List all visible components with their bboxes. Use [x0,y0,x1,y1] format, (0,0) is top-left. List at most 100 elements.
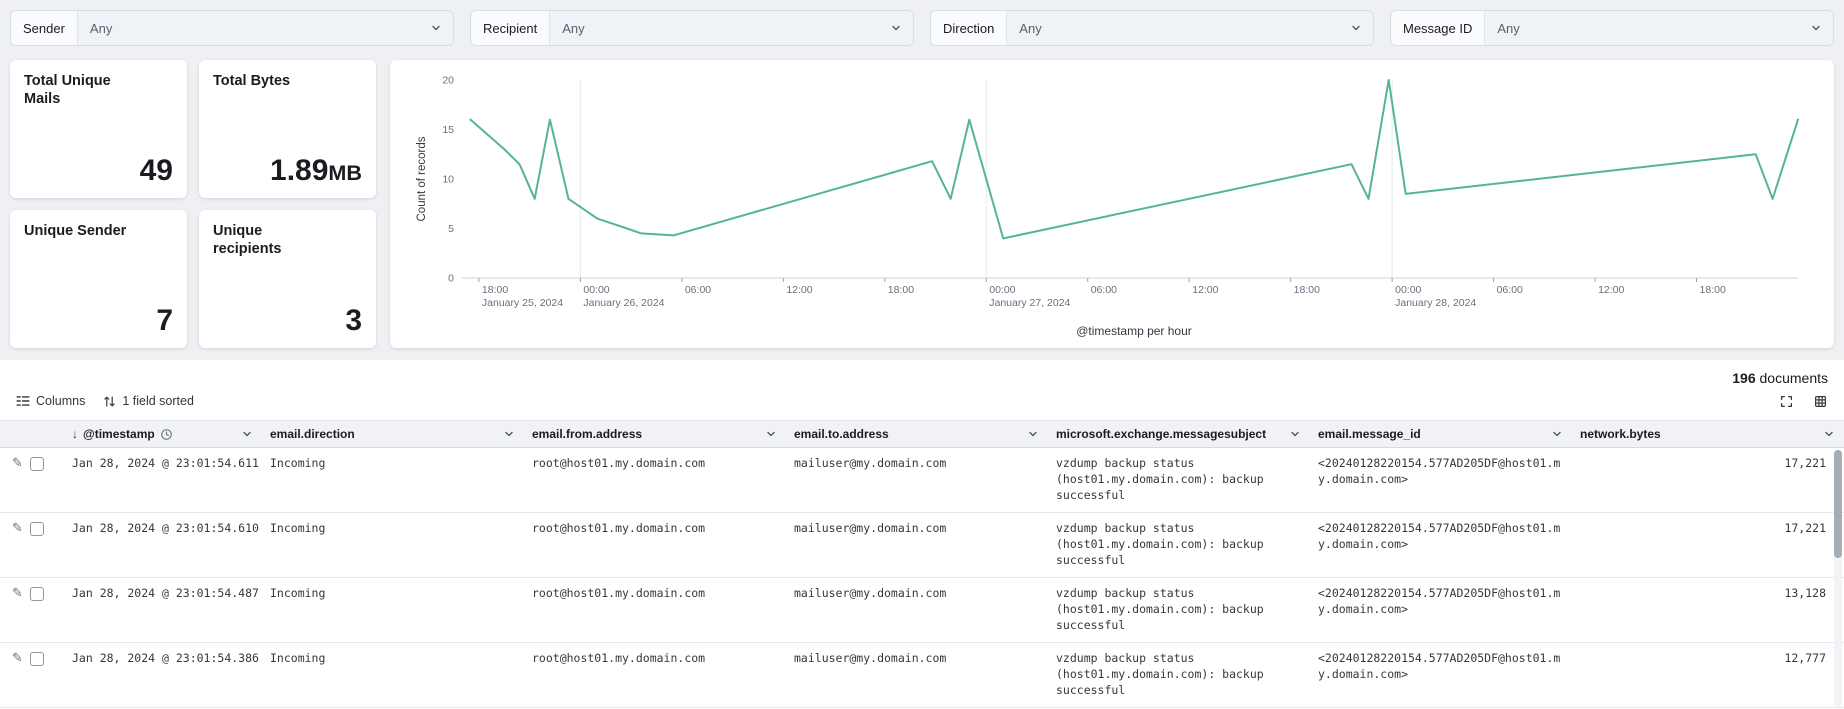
cell-message_id[interactable]: <20240128220154.577AD205DF@host01.my.dom… [1310,643,1572,707]
cell-timestamp[interactable]: Jan 28, 2024 @ 23:01:54.611 [64,448,262,512]
cell-message_id[interactable]: <20240128220154.577AD205DF@host01.my.dom… [1310,578,1572,642]
cell-bytes[interactable]: 17,221 [1572,448,1844,512]
cell-direction[interactable]: Incoming [262,513,524,577]
line-chart[interactable]: 0510152018:00January 25, 202400:00Januar… [412,70,1812,322]
x-tick-time-label: 18:00 [482,284,508,296]
cell-subject[interactable]: vzdump backup status (host01.my.domain.c… [1048,578,1310,642]
x-tick-time-label: 06:00 [685,284,711,296]
filter-select-message-id[interactable]: Any [1484,11,1833,45]
column-header-label: email.message_id [1318,427,1421,441]
cell-bytes[interactable]: 12,777 [1572,643,1844,707]
cell-to[interactable]: mailuser@my.domain.com [786,448,1048,512]
chevron-down-icon [432,25,440,31]
expand-row-icon[interactable]: ✎ [12,522,23,535]
expand-row-icon[interactable]: ✎ [12,652,23,665]
x-tick-time-label: 18:00 [1700,284,1726,296]
filter-group-recipient: Recipient Any [470,10,914,46]
cell-from[interactable]: root@host01.my.domain.com [524,643,786,707]
fullscreen-icon [1780,395,1792,407]
row-controls-cell: ✎ [0,643,64,707]
chart-panel: 0 5 10 15 20 18:00 January 25, 2024 00:00 Januar… [390,60,1834,348]
metric-number: 3 [345,304,362,337]
sort-fields-button[interactable]: 1 field sorted [99,391,198,411]
cell-from[interactable]: root@host01.my.domain.com [524,578,786,642]
filter-label-direction: Direction [943,20,995,36]
chevron-down-icon [1553,431,1561,437]
filter-group-direction: Direction Any [930,10,1374,46]
document-count-value: 196 [1732,370,1756,386]
cell-from[interactable]: root@host01.my.domain.com [524,513,786,577]
cell-timestamp[interactable]: Jan 28, 2024 @ 23:01:54.610 [64,513,262,577]
row-controls-cell: ✎ [0,513,64,577]
column-header-direction[interactable]: email.direction [262,421,524,447]
metric-card-unique-recipients: Unique recipients 3 [199,210,376,348]
column-header-message_id[interactable]: email.message_id [1310,421,1572,447]
cell-message_id[interactable]: <20240128220154.577AD205DF@host01.my.dom… [1310,448,1572,512]
filter-select-recipient[interactable]: Any [549,11,913,45]
cell-direction[interactable]: Incoming [262,643,524,707]
chevron-down-icon [243,431,251,437]
metric-unit: MB [328,160,362,185]
filter-value-sender: Any [89,20,113,36]
cell-subject[interactable]: vzdump backup status (host01.my.domain.c… [1048,513,1310,577]
filter-bar: Sender Any Recipient Any Direction Any Message… [10,10,1834,46]
display-options-button[interactable] [1808,390,1832,412]
column-header-to[interactable]: email.to.address [786,421,1048,447]
cell-timestamp[interactable]: Jan 28, 2024 @ 23:01:54.487 [64,578,262,642]
filter-group-message-id: Message ID Any [1390,10,1834,46]
metric-title: Unique Sender [24,223,127,239]
cell-subject[interactable]: vzdump backup status (host01.my.domain.c… [1048,448,1310,512]
metric-card-total-unique-mails: Total Unique Mails 49 [10,60,187,198]
chevron-down-icon [505,431,513,437]
column-header-from[interactable]: email.from.address [524,421,786,447]
metric-card-unique-sender: Unique Sender 7 [10,210,187,348]
sort-icon [104,396,116,406]
column-header-timestamp[interactable]: ↓ @timestamp [64,421,262,447]
column-header-subject[interactable]: microsoft.exchange.messagesubject [1048,421,1310,447]
column-header-bytes[interactable]: network.bytes [1572,421,1844,447]
grid-toolbar: Columns 1 field sorted [0,388,1844,420]
column-header-label: microsoft.exchange.messagesubject [1056,427,1267,441]
cell-timestamp[interactable]: Jan 28, 2024 @ 23:01:54.386 [64,643,262,707]
x-tick-time-label: 00:00 [989,284,1015,296]
row-checkbox[interactable] [29,652,44,666]
scrollbar-thumb[interactable] [1834,450,1842,558]
y-axis-title: Count of records [416,136,428,221]
row-checkbox[interactable] [29,522,44,536]
expand-row-icon[interactable]: ✎ [12,587,23,600]
cell-direction[interactable]: Incoming [262,448,524,512]
table-row: ✎ Jan 28, 2024 @ 23:01:54.611 Incoming root… [0,448,1844,513]
metric-value: 7 [156,306,173,336]
expand-row-icon[interactable]: ✎ [12,457,23,470]
row-checkbox[interactable] [29,587,44,601]
table-row: ✎ Jan 28, 2024 @ 23:01:54.386 Incoming root… [0,643,1844,708]
chevron-down-icon [1291,431,1299,437]
cell-to[interactable]: mailuser@my.domain.com [786,643,1048,707]
columns-button[interactable]: Columns [12,391,89,411]
cell-bytes[interactable]: 17,221 [1572,513,1844,577]
chevron-down-icon [1825,431,1833,437]
grid-body: ✎ Jan 28, 2024 @ 23:01:54.611 Incoming root… [0,448,1844,709]
cell-subject[interactable]: vzdump backup status (host01.my.domain.c… [1048,643,1310,707]
x-tick-time-label: 06:00 [1497,284,1523,296]
fullscreen-button[interactable] [1774,390,1798,412]
y-tick-label: 15 [442,124,454,136]
metric-title: Total Bytes [213,73,291,89]
y-tick-label: 20 [442,75,454,87]
table-scrollbar[interactable] [1834,450,1842,707]
filter-label-sender: Sender [23,20,65,36]
cell-bytes[interactable]: 13,128 [1572,578,1844,642]
y-tick-label: 10 [442,174,454,186]
filter-value-message-id: Any [1497,20,1520,36]
row-checkbox[interactable] [29,457,44,471]
cell-to[interactable]: mailuser@my.domain.com [786,578,1048,642]
filter-label-message-id: Message ID [1403,20,1473,36]
filter-select-direction[interactable]: Any [1006,11,1373,45]
chevron-down-icon [1029,431,1037,437]
cell-direction[interactable]: Incoming [262,578,524,642]
cell-message_id[interactable]: <20240128220154.577AD205DF@host01.my.dom… [1310,513,1572,577]
filter-select-sender[interactable]: Any [76,11,453,45]
cell-from[interactable]: root@host01.my.domain.com [524,448,786,512]
cell-to[interactable]: mailuser@my.domain.com [786,513,1048,577]
x-tick-date-label: January 25, 2024 [482,297,563,309]
